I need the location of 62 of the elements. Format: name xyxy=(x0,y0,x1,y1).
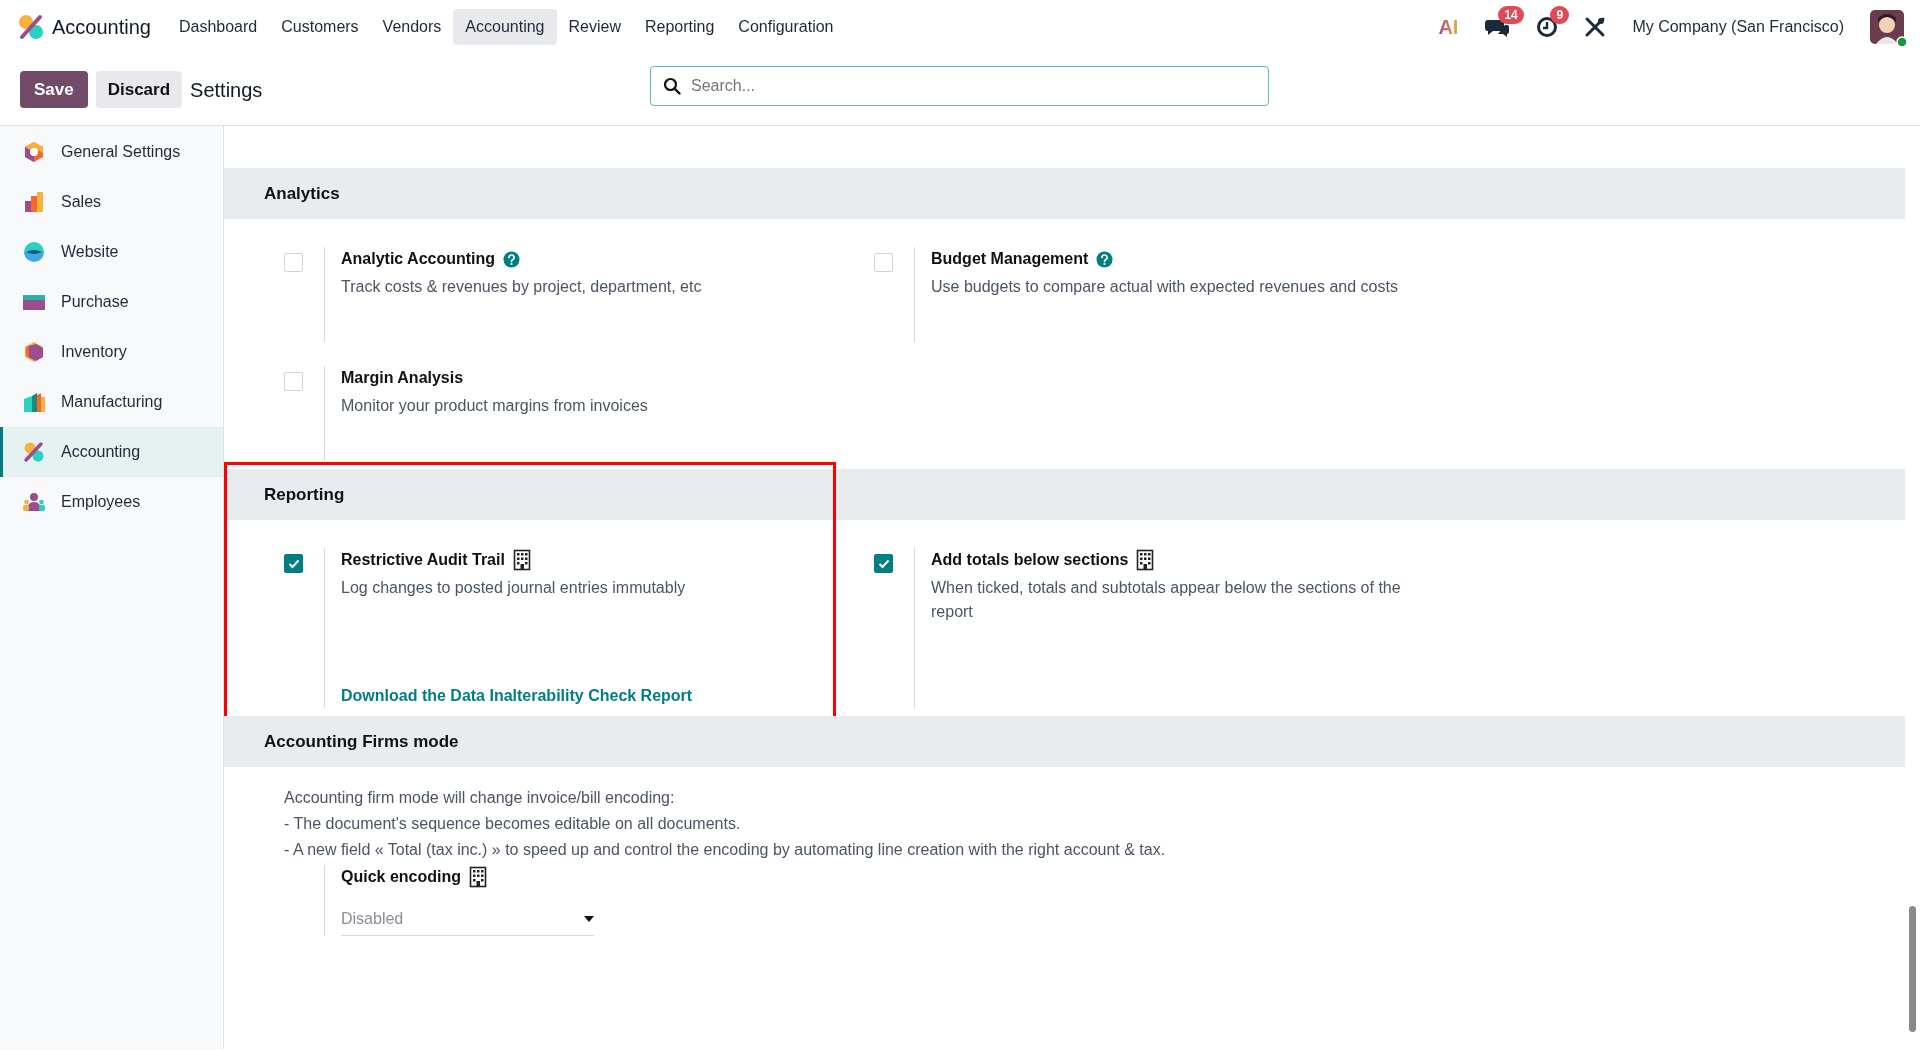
menu-item[interactable]: Accounting xyxy=(453,9,557,45)
setting-description: When ticked, totals and subtotals appear below the sections of the report xyxy=(931,578,1402,622)
people-icon xyxy=(23,491,45,513)
accounting-app-icon[interactable] xyxy=(18,14,44,40)
sidebar-item[interactable]: Sales xyxy=(0,177,223,227)
factory-icon xyxy=(23,391,45,413)
checkbox[interactable] xyxy=(874,554,893,573)
description-line: - A new field « Total (tax inc.) » to speed up and control the encoding by automating line creation with the right account & tax. xyxy=(284,840,1167,860)
scrollbar-thumb[interactable] xyxy=(1909,906,1916,1032)
avatar-icon[interactable] xyxy=(1870,10,1904,44)
menu-item[interactable]: Review xyxy=(556,9,633,45)
description-line: - The document's sequence becomes editable on all documents. xyxy=(284,814,742,834)
help-icon[interactable] xyxy=(503,250,521,268)
menu-item[interactable]: Dashboard xyxy=(166,9,270,45)
setting-title: Margin Analysis xyxy=(341,368,464,388)
setting-description: Monitor your product margins from invoices xyxy=(341,396,648,416)
accounting-app-icon xyxy=(23,441,45,463)
setting-title: Quick encoding xyxy=(341,867,461,887)
setting-title: Analytic Accounting xyxy=(341,249,496,269)
sphere-icon xyxy=(23,241,45,263)
hexagon-icon xyxy=(23,141,45,163)
setting-description: Use budgets to compare actual with expected revenues and costs xyxy=(931,277,1398,297)
clock-icon[interactable] xyxy=(1536,16,1559,38)
help-icon[interactable] xyxy=(1096,250,1114,268)
setting-description: Track costs & revenues by project, department, etc xyxy=(341,277,702,297)
sidebar-item[interactable]: Employees xyxy=(0,477,223,527)
building-icon xyxy=(1136,549,1155,571)
building-icon xyxy=(469,866,487,888)
check-icon xyxy=(877,558,890,569)
search-box[interactable]: Search... xyxy=(650,66,1269,106)
tools-icon[interactable] xyxy=(1584,16,1607,38)
sidebar-item[interactable]: Inventory xyxy=(0,327,223,377)
setting-description: Log changes to posted journal entries immutably xyxy=(341,578,687,598)
cube-icon xyxy=(23,341,45,363)
search-field[interactable]: Search... xyxy=(689,69,1256,103)
menu-item[interactable]: Configuration xyxy=(726,9,846,45)
bar-chart-icon xyxy=(23,191,45,213)
menu-item[interactable]: Vendors xyxy=(370,9,454,45)
building-icon xyxy=(512,549,531,571)
activity-count: 9 xyxy=(1550,6,1570,24)
breadcrumb: Settings xyxy=(190,77,263,103)
sidebar-item[interactable]: Website xyxy=(0,227,223,277)
setting-title: Add totals below sections xyxy=(931,550,1129,570)
setting-title: Restrictive Audit Trail xyxy=(341,550,505,570)
sidebar-item[interactable]: Accounting xyxy=(0,427,223,477)
menu-item[interactable]: Reporting xyxy=(632,9,727,45)
sidebar-item[interactable]: General Settings xyxy=(0,127,223,177)
checkbox[interactable] xyxy=(284,554,303,573)
menu-item[interactable]: Customers xyxy=(269,9,371,45)
app-name[interactable]: Accounting xyxy=(52,12,151,42)
save-button[interactable]: Save xyxy=(20,70,88,109)
caret-icon xyxy=(584,916,594,922)
report-link[interactable]: Download the Data Inalterability Check Report xyxy=(341,684,693,708)
check-icon xyxy=(287,558,300,569)
company-switcher[interactable]: My Company (San Francisco) xyxy=(1632,15,1844,39)
description-line: Accounting firm mode will change invoice/bill encoding: xyxy=(284,788,676,808)
discard-button[interactable]: Discard xyxy=(95,70,183,109)
search-icon xyxy=(663,77,681,95)
sidebar-item[interactable]: Manufacturing xyxy=(0,377,223,427)
sidebar-item[interactable]: Purchase xyxy=(0,277,223,327)
message-count: 14 xyxy=(1498,6,1524,24)
setting-title: Budget Management xyxy=(931,249,1089,269)
